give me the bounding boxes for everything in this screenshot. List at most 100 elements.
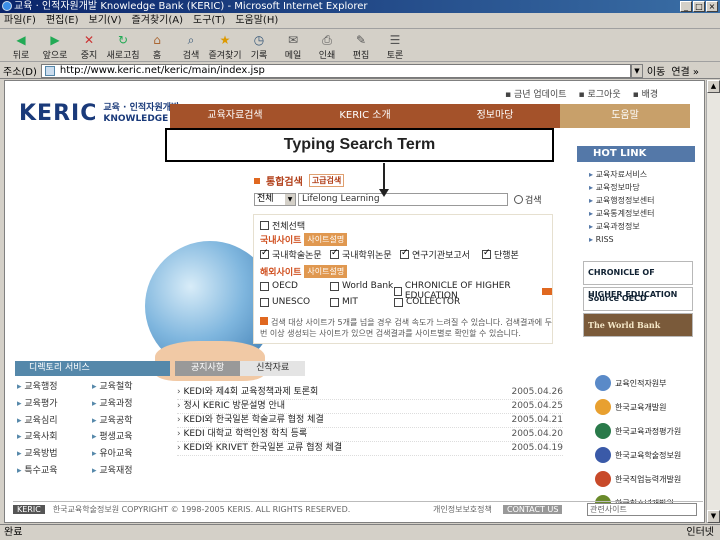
search-heading: 통합검색 고급검색 — [254, 173, 345, 188]
favorites-button[interactable]: ★ 즐겨찾기 — [208, 30, 242, 62]
menu-help[interactable]: 도움말(H) — [235, 13, 278, 28]
directory-item[interactable]: 교육심리 — [17, 415, 92, 431]
menu-view[interactable]: 보기(V) — [89, 13, 122, 28]
menu-tools[interactable]: 도구(T) — [193, 13, 225, 28]
foreign-checkbox-4[interactable] — [330, 297, 339, 307]
main-nav: 교육자료검색 KERIC 소개 정보마당 도움말 — [170, 104, 690, 128]
edit-button[interactable]: ✎ 편집 — [344, 30, 378, 62]
news-row[interactable]: 정시 KERIC 방문설명 안내2005.04.25 — [177, 400, 563, 414]
tab-new-items[interactable]: 신착자료 — [240, 361, 306, 376]
links-button[interactable]: 연결 » — [671, 63, 699, 78]
close-button[interactable]: × — [706, 1, 718, 12]
hotlink-item[interactable]: 교육자료서비스 — [589, 168, 695, 181]
domestic-checkbox-0[interactable] — [260, 248, 269, 259]
refresh-button[interactable]: ↻ 새로고침 — [106, 30, 140, 62]
select-all-label: 전체선택 — [272, 222, 306, 232]
foreign-label: 해외사이트 — [260, 268, 302, 278]
nav-search[interactable]: 교육자료검색 — [170, 104, 300, 128]
directory-item[interactable]: 교육철학 — [92, 381, 167, 397]
maximize-button[interactable]: □ — [693, 1, 705, 12]
directory-item[interactable]: 교육방법 — [17, 448, 92, 464]
hotlink-item[interactable]: 교육통계정보센터 — [589, 207, 695, 220]
directory-item[interactable]: 교육행정 — [17, 381, 92, 397]
menu-file[interactable]: 파일(F) — [4, 13, 36, 28]
domestic-info-link[interactable]: 사이트설명 — [304, 233, 348, 246]
contact-us-link[interactable]: CONTACT US — [503, 505, 563, 514]
foreign-info-link[interactable]: 사이트설명 — [304, 265, 348, 278]
discuss-button[interactable]: ☰ 토론 — [378, 30, 412, 62]
tab-notices[interactable]: 공지사항 — [175, 361, 241, 376]
related-sites-select[interactable]: 관련사이트 — [587, 503, 697, 516]
domestic-checkbox-1[interactable] — [330, 248, 339, 259]
nav-help[interactable]: 도움말 — [560, 104, 690, 128]
domestic-checkbox-2[interactable] — [400, 248, 409, 259]
forward-button[interactable]: ▶ 앞으로 — [38, 30, 72, 62]
foreign-checkbox-0[interactable] — [260, 281, 269, 291]
directory-item[interactable]: 특수교육 — [17, 465, 92, 481]
directory-item[interactable]: 교육평가 — [17, 398, 92, 414]
menu-favorites[interactable]: 즐겨찾기(A) — [132, 13, 183, 28]
minimize-button[interactable]: _ — [680, 1, 692, 12]
top-link-logout[interactable]: ▪ 로그아웃 — [579, 87, 621, 100]
domestic-option: 국내학술논문 — [260, 248, 322, 261]
privacy-link[interactable]: 개인정보보호정책 — [433, 504, 492, 515]
hotlink-item[interactable]: RISS — [589, 233, 695, 246]
news-row[interactable]: KEDI와 KRIVET 한국일본 교류 협정 체결2005.04.19 — [177, 442, 563, 456]
domestic-checkbox-3[interactable] — [482, 248, 491, 259]
directory-item[interactable]: 교육공학 — [92, 415, 167, 431]
org-link[interactable]: 한국교육학술정보원 — [595, 443, 704, 467]
favorites-icon: ★ — [219, 33, 231, 47]
search-input[interactable]: Lifelong Learning — [298, 193, 508, 206]
history-button[interactable]: ◷ 기록 — [242, 30, 276, 62]
print-button[interactable]: ⎙ 인쇄 — [310, 30, 344, 62]
org-logo-icon — [595, 375, 611, 391]
news-row[interactable]: KEDI와 한국일본 학술교류 협정 체결2005.04.21 — [177, 414, 563, 428]
org-link[interactable]: 한국교육개발원 — [595, 395, 704, 419]
foreign-checkbox-2[interactable] — [394, 286, 402, 296]
directory-item[interactable]: 평생교육 — [92, 431, 167, 447]
vertical-scrollbar[interactable]: ▲ ▼ — [706, 80, 720, 523]
search-scope-select[interactable]: 전체 ▼ — [254, 193, 296, 206]
directory-item[interactable]: 유아교육 — [92, 448, 167, 464]
news-tabs: 공지사항 신착자료 — [175, 361, 565, 376]
foreign-checkbox-1[interactable] — [330, 281, 339, 291]
org-link[interactable]: 한국직업능력개발원 — [595, 467, 704, 491]
hotlink-item[interactable]: 교육행정정보센터 — [589, 194, 695, 207]
hotlink-item[interactable]: 교육정보마당 — [589, 181, 695, 194]
oecd-banner[interactable]: Source OECD — [583, 287, 693, 311]
news-row[interactable]: KEDI 대학교 학력인정 학칙 등록2005.04.20 — [177, 428, 563, 442]
mail-button[interactable]: ✉ 메일 — [276, 30, 310, 62]
menu-edit[interactable]: 편집(E) — [46, 13, 79, 28]
home-button[interactable]: ⌂ 홈 — [140, 30, 174, 62]
foreign-checkbox-5[interactable] — [394, 297, 403, 307]
foreign-option: MIT — [330, 297, 358, 307]
nav-info[interactable]: 정보마당 — [430, 104, 560, 128]
foreign-checkbox-3[interactable] — [260, 297, 269, 307]
back-button[interactable]: ◀ 뒤로 — [4, 30, 38, 62]
chronicle-banner[interactable]: CHRONICLE OF HIGHER EDUCATION — [583, 261, 693, 299]
stop-button[interactable]: ✕ 중지 — [72, 30, 106, 62]
top-link-update[interactable]: ▪ 금년 업데이트 — [505, 87, 567, 100]
top-link-bg[interactable]: ▪ 배경 — [633, 87, 659, 100]
org-link[interactable]: 교육인적자원부 — [595, 371, 704, 395]
scroll-up-icon[interactable]: ▲ — [707, 80, 720, 93]
address-dropdown[interactable]: ▼ — [630, 63, 643, 78]
org-logo-icon — [595, 423, 611, 439]
foreign-option: UNESCO — [260, 297, 310, 307]
directory-item[interactable]: 교육과정 — [92, 398, 167, 414]
address-input[interactable]: http://www.keric.net/keric/main/index.js… — [40, 63, 631, 78]
nav-about[interactable]: KERIC 소개 — [300, 104, 430, 128]
search-button[interactable]: ⌕ 검색 — [174, 30, 208, 62]
org-link[interactable]: 한국교육과정평가원 — [595, 419, 704, 443]
hotlink-item[interactable]: 교육과정정보 — [589, 220, 695, 233]
select-all-checkbox[interactable] — [260, 221, 269, 230]
unified-search: 통합검색 고급검색 전체 ▼ Lifelong Learning 검색 — [250, 171, 556, 211]
advanced-search-link[interactable]: 고급검색 — [308, 174, 345, 187]
go-button[interactable]: 이동 — [647, 63, 665, 78]
worldbank-banner[interactable]: The World Bank — [583, 313, 693, 337]
news-row[interactable]: KEDI와 제4회 교육정책과제 토론회2005.04.26 — [177, 386, 563, 400]
directory-item[interactable]: 교육사회 — [17, 431, 92, 447]
search-submit-button[interactable]: 검색 — [514, 193, 542, 206]
directory-item[interactable]: 교육재정 — [92, 465, 167, 481]
scroll-down-icon[interactable]: ▼ — [707, 510, 720, 523]
